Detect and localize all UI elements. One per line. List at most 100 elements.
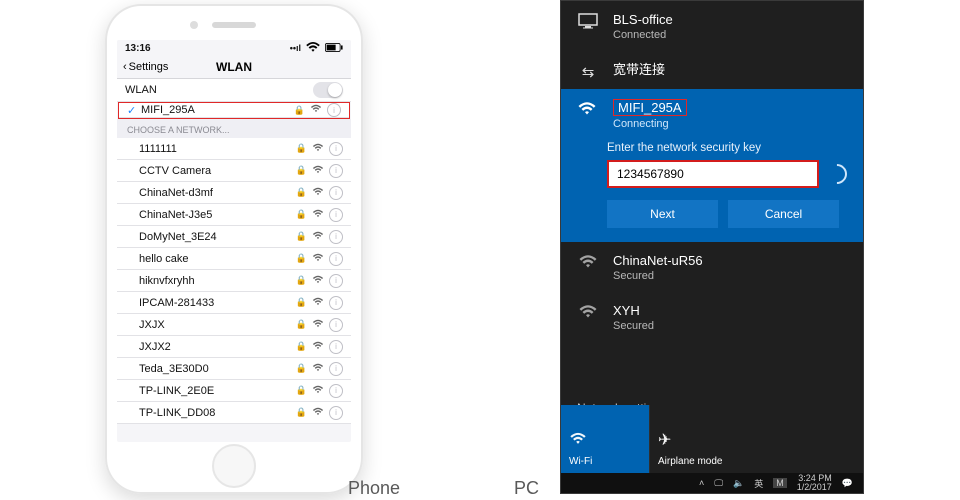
info-icon[interactable]: i [329, 296, 343, 310]
network-row[interactable]: Teda_3E30D0🔒i [117, 358, 351, 380]
chevron-left-icon: ‹ [123, 61, 127, 73]
reveal-password-icon[interactable] [823, 160, 851, 188]
pc-below-networks: ChinaNet-uR56SecuredXYHSecured [561, 242, 863, 342]
network-row[interactable]: hiknvfxryhh🔒i [117, 270, 351, 292]
info-icon[interactable]: i [329, 230, 343, 244]
info-icon[interactable]: i [329, 186, 343, 200]
network-name: TP-LINK_DD08 [139, 407, 296, 419]
lock-icon: 🔒 [296, 209, 307, 220]
network-status-icons: 🔒i [296, 230, 343, 244]
security-key-input[interactable] [607, 160, 819, 188]
network-row[interactable]: TP-LINK_DD08🔒i [117, 402, 351, 424]
info-icon[interactable]: i [327, 103, 341, 117]
wifi-icon [312, 143, 324, 155]
network-row[interactable]: JXJX🔒i [117, 314, 351, 336]
network-status-icons: 🔒i [296, 252, 343, 266]
network-row[interactable]: hello cake🔒i [117, 248, 351, 270]
lock-icon: 🔒 [296, 275, 307, 286]
choose-network-label: CHOOSE A NETWORK... [117, 119, 351, 138]
network-row[interactable]: ChinaNet-J3e5🔒 i [117, 204, 351, 226]
network-name: JXJX2 [139, 341, 296, 353]
wifi-tile[interactable]: Wi-Fi [561, 405, 649, 473]
tray-ime2[interactable]: M [773, 478, 787, 488]
active-network-status: Connecting [613, 118, 687, 130]
wifi-icon [305, 41, 321, 55]
info-icon[interactable]: i [329, 164, 343, 178]
network-row[interactable]: TP-LINK_2E0E🔒 i [117, 380, 351, 402]
network-row[interactable]: CCTV Camera🔒i [117, 160, 351, 182]
info-icon[interactable]: i [329, 318, 343, 332]
connecting-network-panel: MIFI_295A Connecting Enter the network s… [561, 89, 863, 242]
network-status-icons: 🔒i [296, 186, 343, 200]
lock-icon: 🔒 [296, 231, 307, 242]
network-name: TP-LINK_2E0E [139, 385, 296, 397]
wifi-icon [569, 432, 587, 450]
active-network-highlight: MIFI_295A [613, 99, 687, 116]
connected-network-name: MIFI_295A [141, 104, 294, 116]
iphone-device-frame: 13:16 ••ıl ‹ Settings WLAN WLAN [105, 4, 363, 494]
checkmark-icon: ✓ [127, 104, 136, 117]
network-status-icons: 🔒i [296, 274, 343, 288]
tray-clock[interactable]: 3:24 PM 1/2/2017 [797, 474, 832, 492]
active-network-name: MIFI_295A [618, 100, 682, 115]
battery-icon [325, 43, 343, 54]
pc-network-row[interactable]: ⇆宽带连接 [561, 51, 863, 89]
tray-notification-icon[interactable]: 💬 [842, 478, 853, 489]
home-button[interactable] [212, 444, 256, 488]
next-button[interactable]: Next [607, 200, 718, 228]
tray-up-icon[interactable]: ˄ [699, 478, 704, 488]
info-icon[interactable]: i [329, 252, 343, 266]
network-row[interactable]: JXJX2🔒i [117, 336, 351, 358]
info-icon[interactable]: i [329, 362, 343, 376]
lock-icon: 🔒 [296, 297, 307, 308]
wlan-toggle[interactable] [313, 82, 343, 98]
back-button[interactable]: ‹ Settings [123, 61, 168, 73]
info-icon[interactable]: i [329, 340, 343, 354]
network-name: BLS-office [613, 11, 673, 28]
info-icon[interactable]: i [329, 274, 343, 288]
back-label: Settings [129, 61, 169, 73]
network-name: XYH [613, 302, 654, 319]
airplane-tile-label: Airplane mode [658, 456, 722, 467]
wifi-icon [312, 275, 324, 287]
info-icon[interactable]: i [329, 142, 343, 156]
pc-caption: PC [514, 478, 539, 499]
info-icon[interactable]: i [329, 384, 343, 398]
tray-volume-icon[interactable]: 🔈 [733, 478, 744, 489]
info-icon[interactable]: i [329, 208, 343, 222]
windows-network-flyout: BLS-officeConnected⇆宽带连接 MIFI_295A Conne… [560, 0, 864, 494]
lock-icon: 🔒 [296, 319, 307, 330]
status-right-icons: ••ıl [290, 41, 343, 55]
wlan-toggle-row[interactable]: WLAN [117, 79, 351, 102]
lock-icon: 🔒 [296, 165, 307, 176]
wifi-icon [312, 297, 324, 309]
network-row[interactable]: 1111111🔒i [117, 138, 351, 160]
pc-network-row[interactable]: BLS-officeConnected [561, 1, 863, 51]
network-name: ChinaNet-d3mf [139, 187, 296, 199]
wlan-label: WLAN [125, 84, 313, 96]
network-row[interactable]: ChinaNet-d3mf🔒i [117, 182, 351, 204]
lock-icon: 🔒 [296, 143, 307, 154]
cancel-button[interactable]: Cancel [728, 200, 839, 228]
signal-icon: ••ıl [290, 43, 301, 53]
connected-network-row[interactable]: ✓ MIFI_295A 🔒 i [119, 103, 349, 118]
info-icon[interactable]: i [329, 406, 343, 420]
lock-icon: 🔒 [296, 363, 307, 374]
status-time: 13:16 [125, 43, 151, 54]
page-title: WLAN [216, 60, 252, 74]
lock-icon: 🔒 [296, 385, 307, 396]
network-row[interactable]: IPCAM-281433🔒i [117, 292, 351, 314]
airplane-tile[interactable]: ✈ Airplane mode [649, 405, 738, 473]
pc-network-row[interactable]: XYHSecured [561, 292, 863, 342]
network-name: hello cake [139, 253, 296, 265]
network-row[interactable]: DoMyNet_3E24🔒i [117, 226, 351, 248]
tray-monitor-icon[interactable]: 🖵 [714, 478, 723, 489]
wifi-icon [577, 252, 599, 269]
wifi-icon [312, 165, 324, 177]
pc-network-row[interactable]: ChinaNet-uR56Secured [561, 242, 863, 292]
network-name: ChinaNet-J3e5 [139, 209, 296, 221]
tray-ime1[interactable]: 英 [754, 477, 763, 490]
wifi-icon [312, 341, 324, 353]
network-status: Connected [613, 28, 673, 43]
lock-icon: 🔒 [296, 187, 307, 198]
